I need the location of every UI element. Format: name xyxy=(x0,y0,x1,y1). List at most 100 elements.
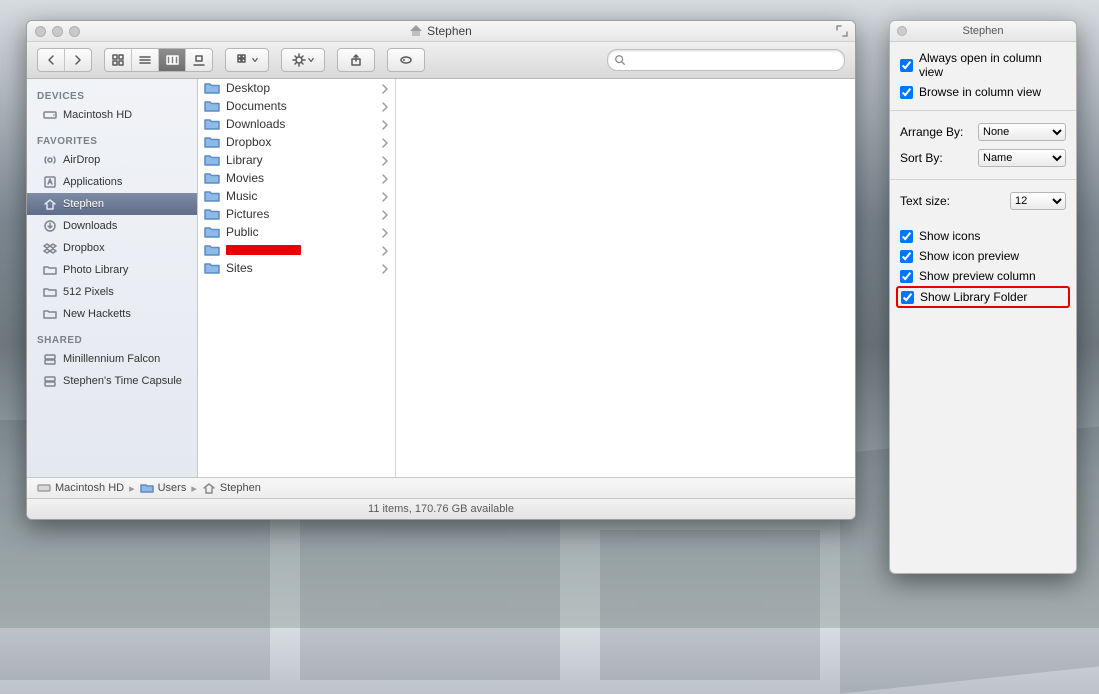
folder-label: Sites xyxy=(226,261,253,275)
checkbox[interactable] xyxy=(901,291,914,304)
sidebar-item-airdrop[interactable]: AirDrop xyxy=(27,149,197,171)
folder-item[interactable]: Music xyxy=(198,187,395,205)
folder-label: Dropbox xyxy=(226,135,271,149)
folder-item[interactable]: Sites xyxy=(198,259,395,277)
home-icon xyxy=(410,25,422,37)
inspector-row: Arrange By: None xyxy=(900,121,1066,143)
tags-button[interactable] xyxy=(387,48,425,72)
chevron-right-icon xyxy=(381,155,389,169)
column-1[interactable]: Desktop DocumentsDownloads Dropbox Library M… xyxy=(198,79,396,477)
check-label: Always open in column view xyxy=(919,51,1066,79)
path-item[interactable]: Macintosh HD xyxy=(37,482,124,494)
sidebar-item-label: Stephen xyxy=(63,198,104,210)
sidebar[interactable]: DEVICESMacintosh HDFAVORITESAirDropAppli… xyxy=(27,79,198,477)
view-group xyxy=(104,48,213,72)
view-option-check[interactable]: Show Library Folder xyxy=(901,289,1027,305)
view-option-check[interactable]: Show icons xyxy=(900,228,1066,244)
folder-icon xyxy=(204,153,220,167)
text-size-select[interactable]: 12 xyxy=(1010,192,1066,210)
check-label: Show icons xyxy=(919,229,980,243)
home-icon xyxy=(43,197,57,211)
share-button[interactable] xyxy=(337,48,375,72)
path-bar[interactable]: Macintosh HD▸Users▸Stephen xyxy=(27,478,855,499)
list-view-button[interactable] xyxy=(132,49,159,71)
view-option-check[interactable]: Show preview column xyxy=(900,268,1066,284)
sidebar-item-downloads[interactable]: Downloads xyxy=(27,215,197,237)
sidebar-item-dropbox[interactable]: Dropbox xyxy=(27,237,197,259)
window-titlebar: Stephen xyxy=(27,21,855,42)
view-option-check[interactable]: Show icon preview xyxy=(900,248,1066,264)
inspector-title: Stephen xyxy=(890,25,1076,37)
forward-button[interactable] xyxy=(65,49,91,71)
folder-item[interactable]: Pictures xyxy=(198,205,395,223)
app-icon xyxy=(43,175,57,189)
sidebar-item-new-hacketts[interactable]: New Hacketts xyxy=(27,303,197,325)
minimize-button[interactable] xyxy=(52,26,63,37)
folder-label: Desktop xyxy=(226,81,270,95)
back-button[interactable] xyxy=(38,49,65,71)
status-bar: 11 items, 170.76 GB available xyxy=(27,499,855,519)
view-option-check[interactable]: Browse in column view xyxy=(900,84,1066,100)
chevron-right-icon xyxy=(381,245,389,259)
row-label: Text size: xyxy=(900,194,950,208)
folder-icon xyxy=(204,225,220,239)
coverflow-view-button[interactable] xyxy=(186,49,212,71)
search-input[interactable] xyxy=(626,53,838,67)
sidebar-item-stephen[interactable]: Stephen xyxy=(27,193,197,215)
row-select[interactable]: None xyxy=(978,123,1066,141)
search-field[interactable] xyxy=(607,49,845,71)
arrange-button[interactable] xyxy=(225,48,269,72)
sidebar-item-label: Applications xyxy=(63,176,122,188)
folder-icon xyxy=(43,285,57,299)
column-2[interactable] xyxy=(396,79,855,477)
folder-item[interactable]: Movies xyxy=(198,169,395,187)
folder-item[interactable]: Public xyxy=(198,223,395,241)
path-item[interactable]: Users xyxy=(140,482,187,494)
checkbox[interactable] xyxy=(900,230,913,243)
check-label: Show Library Folder xyxy=(920,290,1027,304)
row-label: Arrange By: xyxy=(900,125,963,139)
disk-icon xyxy=(43,108,57,122)
sidebar-item-label: Dropbox xyxy=(63,242,105,254)
action-button[interactable] xyxy=(281,48,325,72)
path-item[interactable]: Stephen xyxy=(202,482,261,494)
folder-item[interactable]: Desktop xyxy=(198,79,395,97)
checkbox[interactable] xyxy=(900,59,913,72)
sidebar-item-label: Downloads xyxy=(63,220,117,232)
folder-item[interactable]: Library xyxy=(198,151,395,169)
folder-icon xyxy=(204,117,220,131)
sidebar-item-photo-library[interactable]: Photo Library xyxy=(27,259,197,281)
zoom-button[interactable] xyxy=(69,26,80,37)
sidebar-item-macintosh-hd[interactable]: Macintosh HD xyxy=(27,104,197,126)
column-browser: Desktop DocumentsDownloads Dropbox Library M… xyxy=(198,79,855,477)
download-icon xyxy=(43,219,57,233)
folder-item[interactable]: Documents xyxy=(198,97,395,115)
window-title-text: Stephen xyxy=(427,24,472,38)
sidebar-item-label: Macintosh HD xyxy=(63,109,132,121)
close-button[interactable] xyxy=(35,26,46,37)
row-select[interactable]: Name xyxy=(978,149,1066,167)
sidebar-item-stephens-time-capsule[interactable]: Stephen's Time Capsule xyxy=(27,370,197,392)
row-label: Sort By: xyxy=(900,151,943,165)
folder-label: Library xyxy=(226,153,263,167)
chevron-right-icon: ▸ xyxy=(129,482,135,495)
window-title: Stephen xyxy=(27,24,855,38)
sidebar-heading: FAVORITES xyxy=(27,134,197,149)
folder-label: Public xyxy=(226,225,259,239)
view-option-check[interactable]: Always open in column view xyxy=(900,50,1066,80)
path-label: Stephen xyxy=(220,482,261,494)
sidebar-item-applications[interactable]: Applications xyxy=(27,171,197,193)
checkbox[interactable] xyxy=(900,250,913,263)
folder-item[interactable]: Dropbox xyxy=(198,133,395,151)
sidebar-item-512-pixels[interactable]: 512 Pixels xyxy=(27,281,197,303)
folder-icon xyxy=(43,307,57,321)
folder-item[interactable]: Downloads xyxy=(198,115,395,133)
check-label: Show preview column xyxy=(919,269,1036,283)
checkbox[interactable] xyxy=(900,270,913,283)
fullscreen-button[interactable] xyxy=(835,24,849,38)
column-view-button[interactable] xyxy=(159,49,186,71)
folder-item[interactable] xyxy=(198,241,395,259)
sidebar-item-minillennium-falcon[interactable]: Minillennium Falcon xyxy=(27,348,197,370)
icon-view-button[interactable] xyxy=(105,49,132,71)
checkbox[interactable] xyxy=(900,86,913,99)
